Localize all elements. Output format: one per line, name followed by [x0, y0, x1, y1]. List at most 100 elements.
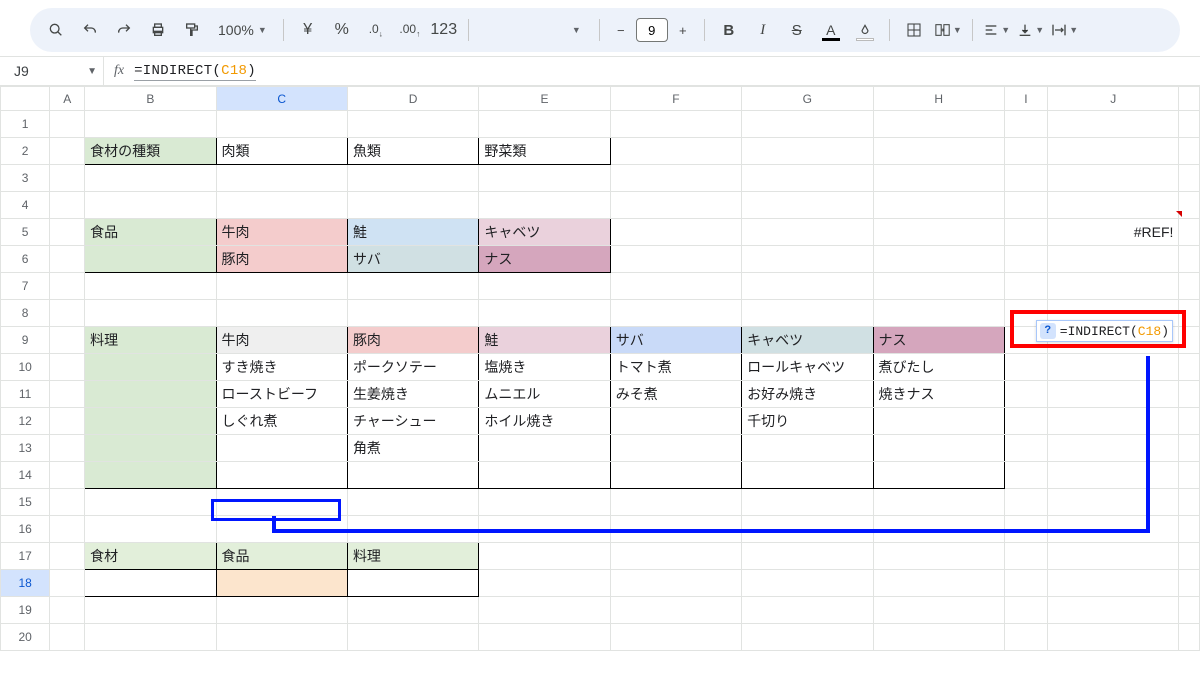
- cell-G6[interactable]: [742, 246, 873, 273]
- cell-C17[interactable]: 食品: [216, 543, 347, 570]
- cell-I3[interactable]: [1004, 165, 1047, 192]
- cell-G13[interactable]: [742, 435, 873, 462]
- cell-D13[interactable]: 角煮: [347, 435, 478, 462]
- cell-F10[interactable]: トマト煮: [610, 354, 741, 381]
- cell-C3[interactable]: [216, 165, 347, 192]
- cell-B10[interactable]: [85, 354, 216, 381]
- cell-H1[interactable]: [873, 111, 1004, 138]
- cell-G12[interactable]: 千切り: [742, 408, 873, 435]
- col-header-B[interactable]: B: [85, 87, 216, 111]
- cell-E17[interactable]: [479, 543, 610, 570]
- col-header-E[interactable]: E: [479, 87, 610, 111]
- row-header-15[interactable]: 15: [1, 489, 50, 516]
- cell-A19[interactable]: [50, 597, 85, 624]
- cell-C6[interactable]: 豚肉: [216, 246, 347, 273]
- cell-blank[interactable]: [1179, 354, 1200, 381]
- row-header-12[interactable]: 12: [1, 408, 50, 435]
- cell-E3[interactable]: [479, 165, 610, 192]
- cell-blank[interactable]: [1179, 111, 1200, 138]
- cell-B19[interactable]: [85, 597, 216, 624]
- cell-B3[interactable]: [85, 165, 216, 192]
- cell-E5[interactable]: キャベツ: [479, 219, 610, 246]
- cell-B8[interactable]: [85, 300, 216, 327]
- cell-A16[interactable]: [50, 516, 85, 543]
- font-size-input[interactable]: [636, 18, 668, 42]
- cell-E4[interactable]: [479, 192, 610, 219]
- cell-A18[interactable]: [50, 570, 85, 597]
- cell-E12[interactable]: ホイル焼き: [479, 408, 610, 435]
- col-header-G[interactable]: G: [742, 87, 873, 111]
- cell-D5[interactable]: 鮭: [347, 219, 478, 246]
- h-align-button[interactable]: ▼: [983, 16, 1011, 44]
- cell-C8[interactable]: [216, 300, 347, 327]
- cell-G8[interactable]: [742, 300, 873, 327]
- font-dropdown[interactable]: ▼: [479, 25, 589, 35]
- row-header-17[interactable]: 17: [1, 543, 50, 570]
- number-format-button[interactable]: 123: [430, 16, 458, 44]
- row-header-2[interactable]: 2: [1, 138, 50, 165]
- cell-J3[interactable]: [1048, 165, 1179, 192]
- cell-C9[interactable]: 牛肉: [216, 327, 347, 354]
- cell-E19[interactable]: [479, 597, 610, 624]
- search-icon[interactable]: [42, 16, 70, 44]
- cell-I10[interactable]: [1004, 354, 1047, 381]
- cell-F20[interactable]: [610, 624, 741, 651]
- cell-F17[interactable]: [610, 543, 741, 570]
- cell-blank[interactable]: [1179, 165, 1200, 192]
- cell-H15[interactable]: [873, 489, 1004, 516]
- cell-F2[interactable]: [610, 138, 741, 165]
- cell-B6[interactable]: [85, 246, 216, 273]
- cell-D18[interactable]: [347, 570, 478, 597]
- cell-blank[interactable]: [1179, 219, 1200, 246]
- cell-I20[interactable]: [1004, 624, 1047, 651]
- cell-D9[interactable]: 豚肉: [347, 327, 478, 354]
- cell-F4[interactable]: [610, 192, 741, 219]
- fill-color-button[interactable]: [851, 16, 879, 44]
- cell-I2[interactable]: [1004, 138, 1047, 165]
- cell-E6[interactable]: ナス: [479, 246, 610, 273]
- percent-button[interactable]: %: [328, 16, 356, 44]
- cell-I15[interactable]: [1004, 489, 1047, 516]
- row-header-1[interactable]: 1: [1, 111, 50, 138]
- cell-F3[interactable]: [610, 165, 741, 192]
- cell-A10[interactable]: [50, 354, 85, 381]
- cell-J12[interactable]: [1048, 408, 1179, 435]
- cell-F14[interactable]: [610, 462, 741, 489]
- cell-E15[interactable]: [479, 489, 610, 516]
- cell-D12[interactable]: チャーシュー: [347, 408, 478, 435]
- cell-E11[interactable]: ムニエル: [479, 381, 610, 408]
- cell-F19[interactable]: [610, 597, 741, 624]
- cell-J10[interactable]: [1048, 354, 1179, 381]
- cell-C12[interactable]: しぐれ煮: [216, 408, 347, 435]
- name-box[interactable]: J9 ▼: [8, 57, 104, 85]
- cell-B16[interactable]: [85, 516, 216, 543]
- cell-A9[interactable]: [50, 327, 85, 354]
- cell-J20[interactable]: [1048, 624, 1179, 651]
- cell-J7[interactable]: [1048, 273, 1179, 300]
- cell-C19[interactable]: [216, 597, 347, 624]
- row-header-8[interactable]: 8: [1, 300, 50, 327]
- cell-H6[interactable]: [873, 246, 1004, 273]
- cell-I17[interactable]: [1004, 543, 1047, 570]
- cell-C14[interactable]: [216, 462, 347, 489]
- cell-B17[interactable]: 食材: [85, 543, 216, 570]
- cell-I13[interactable]: [1004, 435, 1047, 462]
- cell-blank[interactable]: [1179, 543, 1200, 570]
- cell-H17[interactable]: [873, 543, 1004, 570]
- cell-D2[interactable]: 魚類: [347, 138, 478, 165]
- zoom-dropdown[interactable]: 100%▼: [212, 22, 273, 38]
- cell-J14[interactable]: [1048, 462, 1179, 489]
- cell-I14[interactable]: [1004, 462, 1047, 489]
- merge-cells-button[interactable]: ▼: [934, 16, 962, 44]
- cell-G1[interactable]: [742, 111, 873, 138]
- cell-H19[interactable]: [873, 597, 1004, 624]
- cell-H10[interactable]: 煮びたし: [873, 354, 1004, 381]
- select-all-corner[interactable]: [1, 87, 50, 111]
- cell-A4[interactable]: [50, 192, 85, 219]
- cell-D6[interactable]: サバ: [347, 246, 478, 273]
- row-header-14[interactable]: 14: [1, 462, 50, 489]
- increase-font-button[interactable]: +: [672, 16, 694, 44]
- cell-A6[interactable]: [50, 246, 85, 273]
- cell-G15[interactable]: [742, 489, 873, 516]
- cell-J4[interactable]: [1048, 192, 1179, 219]
